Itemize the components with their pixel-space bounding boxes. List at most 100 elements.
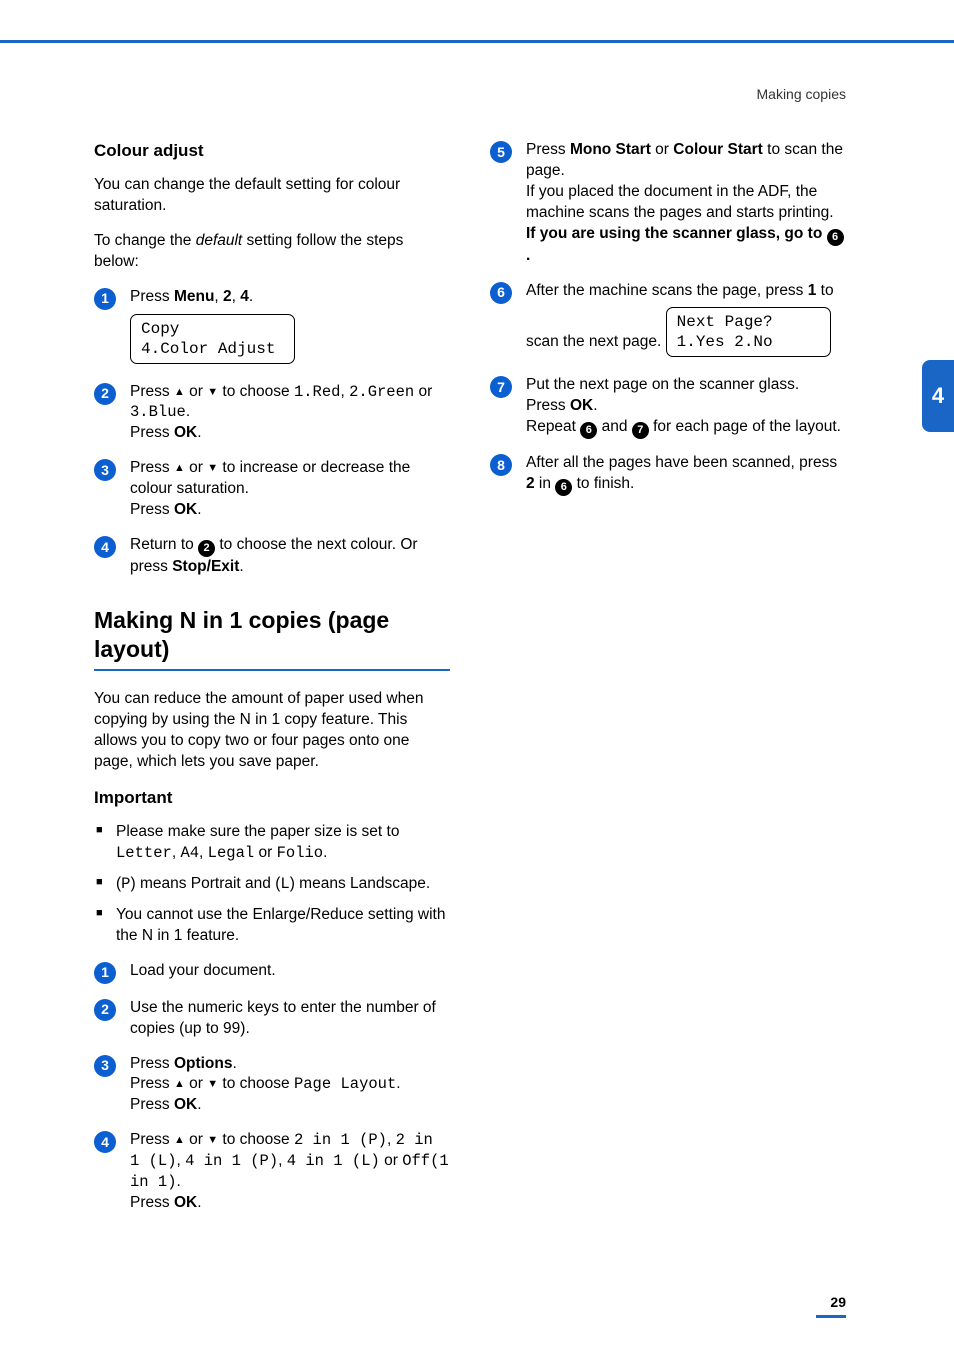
ok-key: OK (570, 397, 593, 414)
text: , (387, 1131, 396, 1148)
step-text: Press ▲ or ▼ to increase or decrease the… (130, 458, 450, 521)
text: , (232, 288, 241, 305)
option-green: 2.Green (349, 383, 414, 401)
text: , (177, 1152, 186, 1169)
text: ) means Portrait and ( (130, 875, 280, 892)
text: or (185, 1075, 207, 1092)
step-text: Press ▲ or ▼ to choose 2 in 1 (P), 2 in … (130, 1130, 450, 1214)
paper-a4: A4 (180, 844, 199, 862)
page-content: Colour adjust You can change the default… (94, 140, 846, 1268)
step-number-icon: 4 (94, 536, 116, 558)
lcd-line: Copy (141, 319, 284, 339)
important-heading: Important (94, 787, 450, 810)
top-rule (0, 40, 954, 43)
nin1-step-3: 3 Press Options. Press ▲ or ▼ to choose … (94, 1054, 450, 1117)
step-text: After all the pages have been scanned, p… (526, 453, 846, 496)
text: After all the pages have been scanned, p… (526, 454, 837, 471)
text: . (239, 558, 243, 575)
step-number-icon: 7 (490, 376, 512, 398)
up-arrow-icon: ▲ (174, 1078, 185, 1090)
text: or (380, 1152, 402, 1169)
ref-step-6-icon: 6 (580, 422, 597, 439)
text: . (233, 1055, 237, 1072)
text: or (651, 141, 673, 158)
text: . (323, 844, 327, 861)
list-item: (P) means Portrait and (L) means Landsca… (94, 874, 450, 895)
stop-exit-key: Stop/Exit (172, 558, 239, 575)
step-number-icon: 2 (94, 999, 116, 1021)
text: for each page of the layout. (649, 418, 841, 435)
opt-2in1p: 2 in 1 (P) (294, 1131, 387, 1149)
mono-start-key: Mono Start (570, 141, 651, 158)
bottom-rule (816, 1315, 846, 1318)
text: to choose (218, 1075, 294, 1092)
text: Press (526, 141, 570, 158)
text: Repeat (526, 418, 580, 435)
option-blue: 3.Blue (130, 403, 186, 421)
text: or (185, 383, 207, 400)
paper-letter: Letter (116, 844, 172, 862)
text: . (249, 288, 253, 305)
options-key: Options (174, 1055, 233, 1072)
text: Press (130, 383, 174, 400)
step-text: Return to 2 to choose the next colour. O… (130, 535, 450, 578)
text: Press (130, 1075, 174, 1092)
text: in (535, 475, 556, 492)
up-arrow-icon: ▲ (174, 462, 185, 474)
text: or (254, 844, 276, 861)
text: . (197, 1194, 201, 1211)
step-text: After the machine scans the page, press … (526, 281, 846, 362)
text: To change the (94, 232, 196, 249)
step-number-icon: 1 (94, 288, 116, 310)
key-2: 2 (223, 288, 232, 305)
default-word: default (196, 232, 243, 249)
colour-step-3: 3 Press ▲ or ▼ to increase or decrease t… (94, 458, 450, 521)
option-red: 1.Red (294, 383, 341, 401)
paper-folio: Folio (277, 844, 324, 862)
nin1-step-2: 2 Use the numeric keys to enter the numb… (94, 998, 450, 1040)
colour-step-1: 1 Press Menu, 2, 4. Copy 4.Color Adjust (94, 287, 450, 368)
key-2: 2 (526, 475, 535, 492)
text: Press (130, 1096, 174, 1113)
text: , (214, 288, 223, 305)
text: . (526, 247, 530, 264)
colour-start-key: Colour Start (673, 141, 763, 158)
opt-4in1l: 4 in 1 (L) (287, 1152, 380, 1170)
text: . (593, 397, 597, 414)
text: . (396, 1075, 400, 1092)
important-list: Please make sure the paper size is set t… (94, 822, 450, 947)
step-number-icon: 3 (94, 459, 116, 481)
text: or (414, 383, 432, 400)
ok-key: OK (174, 501, 197, 518)
text: Press (130, 288, 174, 305)
ref-step-6-icon: 6 (555, 479, 572, 496)
nin1-step-5: 5 Press Mono Start or Colour Start to sc… (490, 140, 846, 267)
lcd-line: 1.Yes 2.No (677, 332, 820, 352)
text: Press (130, 1131, 174, 1148)
nin1-step-6: 6 After the machine scans the page, pres… (490, 281, 846, 362)
paper-legal: Legal (208, 844, 255, 862)
text: Put the next page on the scanner glass. (526, 376, 799, 393)
text: , (278, 1152, 287, 1169)
header-section-label: Making copies (757, 85, 847, 104)
text: Press (130, 459, 174, 476)
down-arrow-icon: ▼ (207, 1078, 218, 1090)
step-text: Put the next page on the scanner glass. … (526, 375, 846, 439)
ref-step-6-icon: 6 (827, 229, 844, 246)
nin1-step-7: 7 Put the next page on the scanner glass… (490, 375, 846, 439)
step-number-icon: 5 (490, 141, 512, 163)
page-number: 29 (830, 1293, 846, 1312)
ok-key: OK (174, 1194, 197, 1211)
text: , (340, 383, 349, 400)
step-number-icon: 2 (94, 383, 116, 405)
step-text: Press Mono Start or Colour Start to scan… (526, 140, 846, 267)
step-number-icon: 8 (490, 454, 512, 476)
nin1-step-8: 8 After all the pages have been scanned,… (490, 453, 846, 496)
text: . (186, 403, 190, 420)
step-text: Press ▲ or ▼ to choose 1.Red, 2.Green or… (130, 382, 450, 445)
colour-step-4: 4 Return to 2 to choose the next colour.… (94, 535, 450, 578)
down-arrow-icon: ▼ (207, 462, 218, 474)
step-number-icon: 6 (490, 282, 512, 304)
ok-key: OK (174, 424, 197, 441)
text: , (199, 844, 208, 861)
